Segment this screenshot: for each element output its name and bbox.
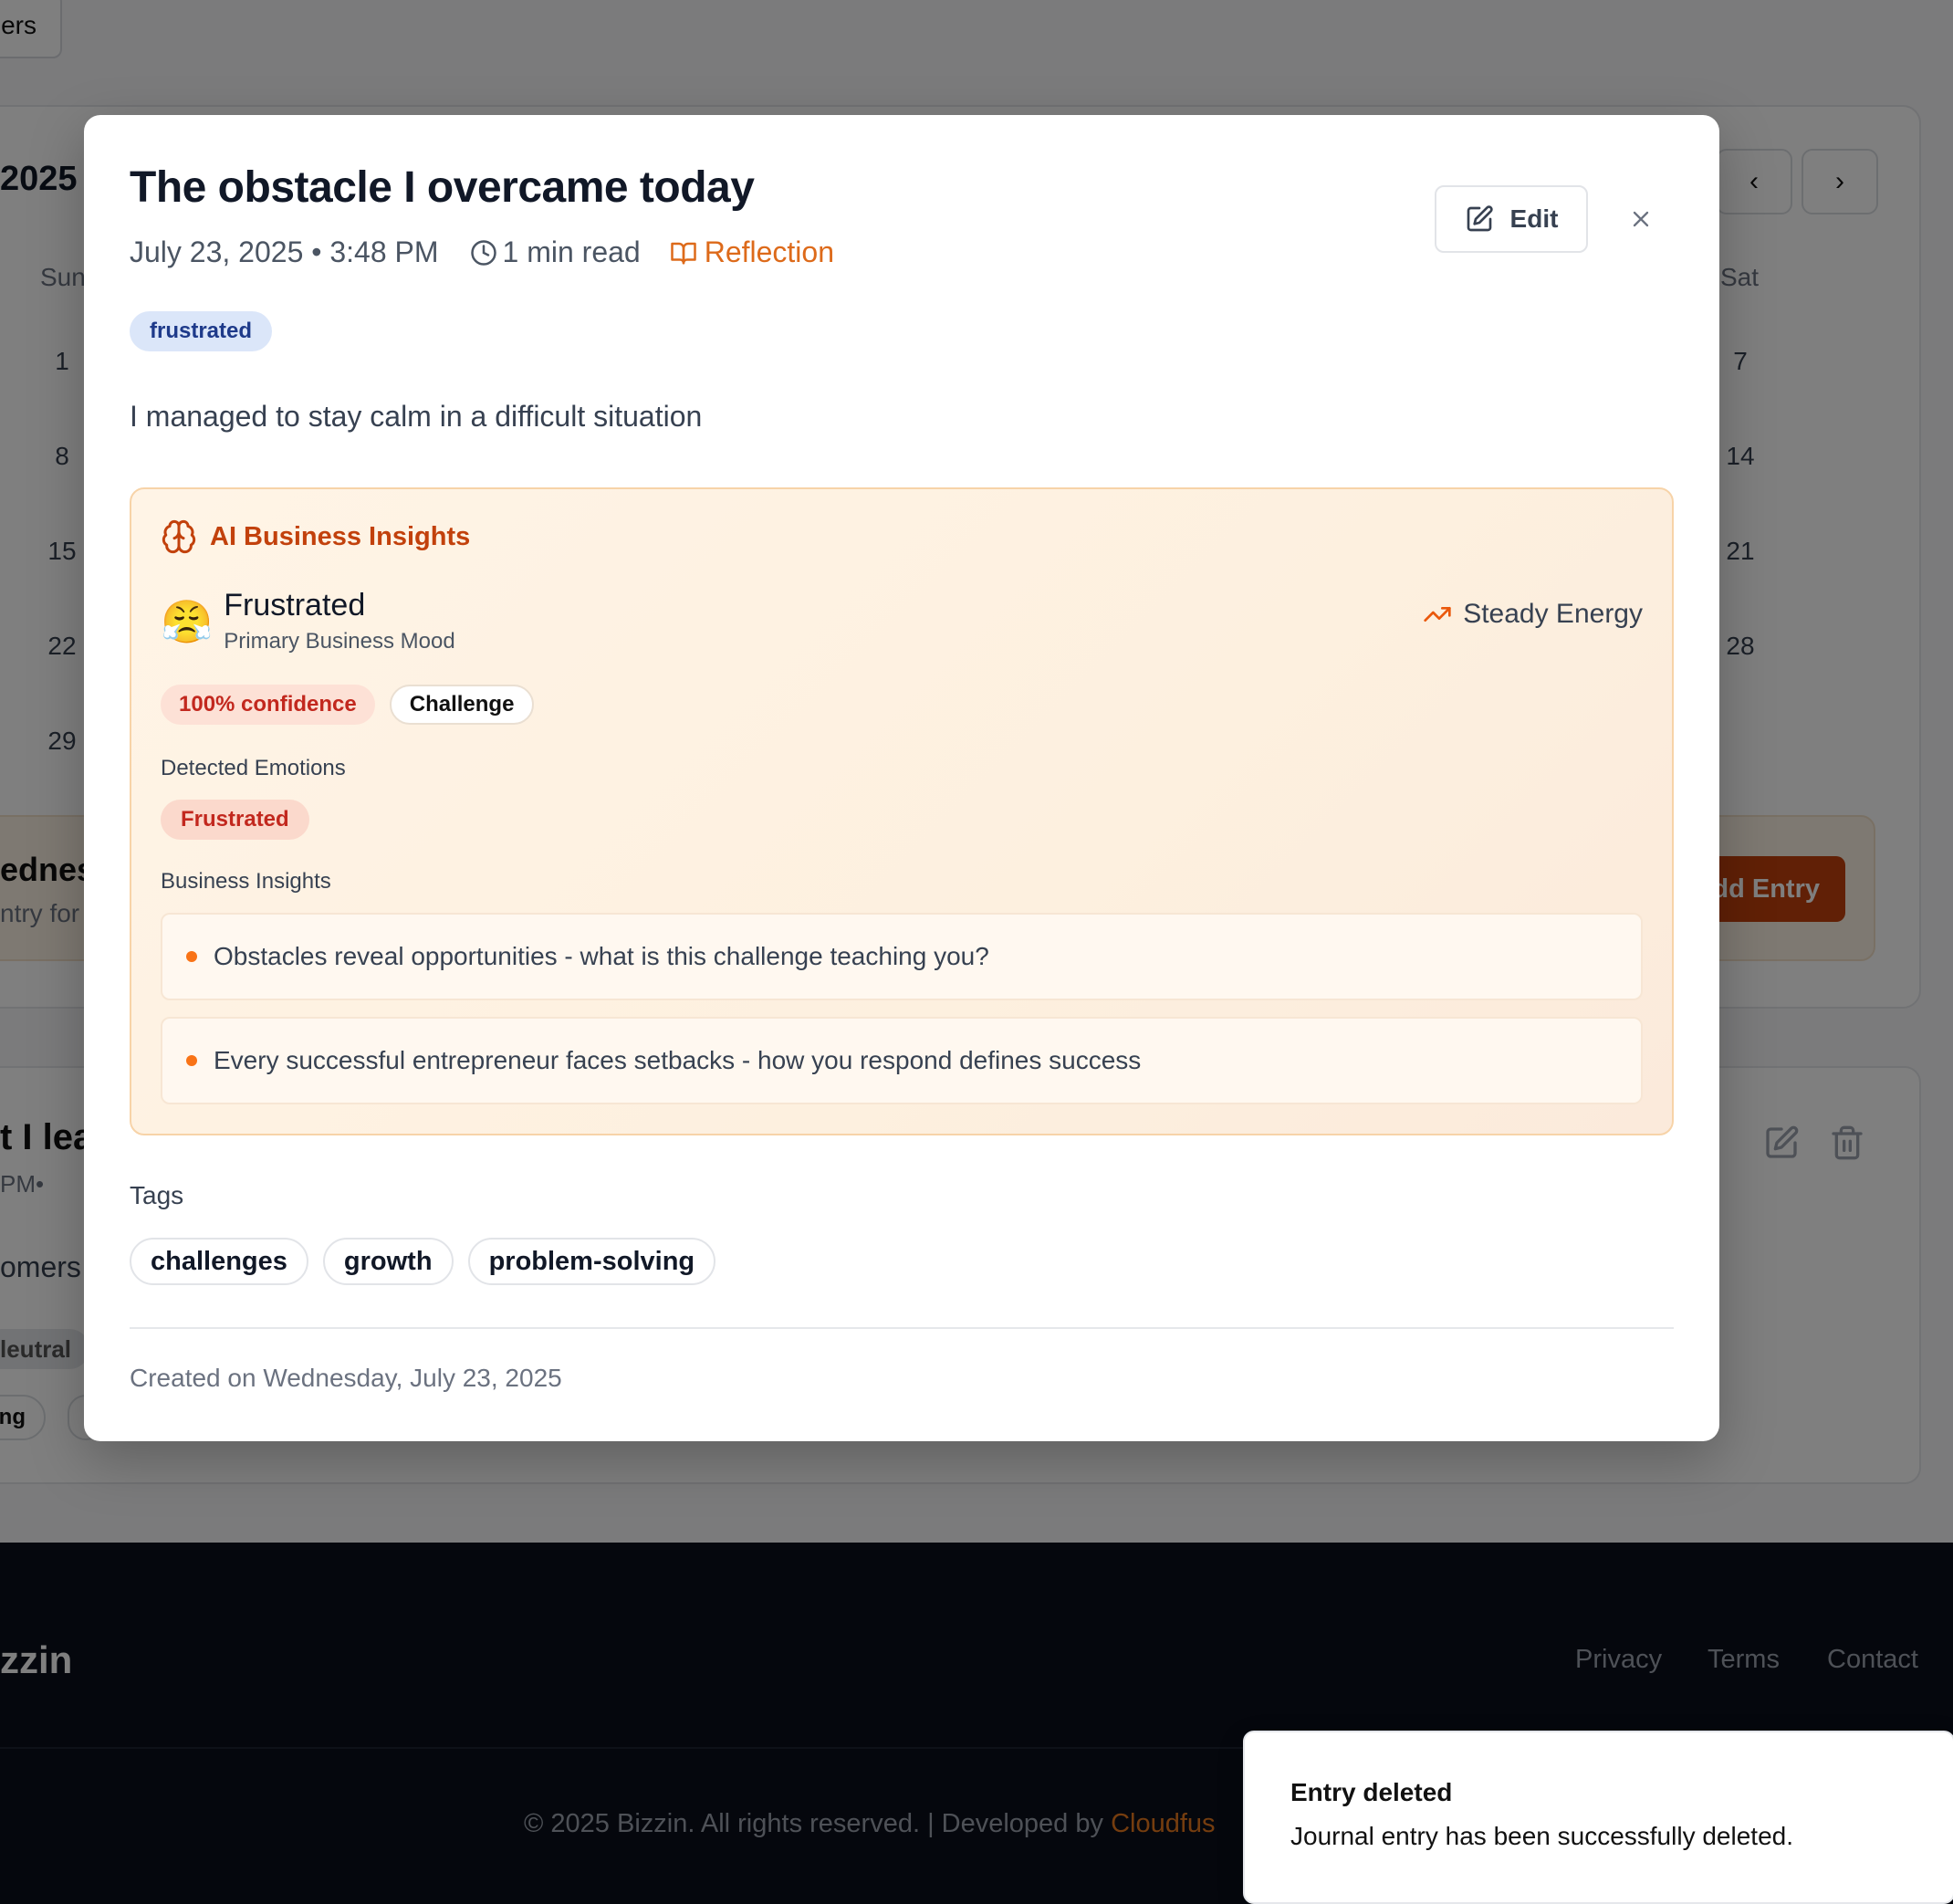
edit-button-label: Edit xyxy=(1509,204,1559,233)
tags-label: Tags xyxy=(130,1181,184,1209)
tag-chip[interactable]: challenges xyxy=(130,1238,308,1285)
edit-button[interactable]: Edit xyxy=(1435,185,1588,253)
ai-insights-header: AI Business Insights xyxy=(161,518,470,555)
read-time: 1 min read xyxy=(470,235,641,269)
toast-notification[interactable]: Entry deleted Journal entry has been suc… xyxy=(1243,1731,1953,1904)
business-insights-label: Business Insights xyxy=(161,869,331,894)
analysis-badges: 100% confidence Challenge xyxy=(161,685,535,725)
insight-item: Obstacles reveal opportunities - what is… xyxy=(161,913,1643,1000)
bullet-dot xyxy=(186,1055,197,1066)
entry-content: I managed to stay calm in a difficult si… xyxy=(130,400,703,433)
insight-text: Obstacles reveal opportunities - what is… xyxy=(214,942,989,970)
energy-label: Steady Energy xyxy=(1463,599,1643,629)
emotion-chip: Frustrated xyxy=(161,800,309,840)
category-label: Reflection xyxy=(704,235,834,268)
primary-mood-label: Primary Business Mood xyxy=(224,629,455,654)
ai-insights-title: AI Business Insights xyxy=(210,521,471,551)
created-date: Created on Wednesday, July 23, 2025 xyxy=(130,1364,562,1392)
entry-date: July 23, 2025 • 3:48 PM xyxy=(130,235,439,268)
primary-mood-name: Frustrated xyxy=(224,588,366,622)
brain-icon xyxy=(162,519,196,554)
insight-item: Every successful entrepreneur faces setb… xyxy=(161,1017,1643,1104)
toast-title: Entry deleted xyxy=(1290,1778,1453,1806)
clock-icon xyxy=(470,239,496,266)
modal-title: The obstacle I overcame today xyxy=(130,163,755,212)
mood-emoji: 😤 xyxy=(161,597,214,645)
edit-icon xyxy=(1467,205,1493,232)
primary-mood: 😤 Frustrated Primary Business Mood xyxy=(161,588,455,654)
entry-detail-modal: The obstacle I overcame today July 23, 2… xyxy=(84,115,1719,1441)
tag-chip[interactable]: growth xyxy=(322,1238,454,1285)
category-badge: Challenge xyxy=(389,685,535,725)
read-time-label: 1 min read xyxy=(502,235,641,268)
tag-list: challenges growth problem-solving xyxy=(130,1238,716,1285)
energy-indicator: Steady Energy xyxy=(1423,599,1643,630)
mood-badge: frustrated xyxy=(130,311,273,351)
category: Reflection xyxy=(670,235,834,269)
toast-description: Journal entry has been successfully dele… xyxy=(1290,1822,1793,1850)
close-button[interactable] xyxy=(1621,199,1661,239)
ai-insights-panel: AI Business Insights 😤 Frustrated Primar… xyxy=(130,487,1674,1135)
divider xyxy=(130,1327,1674,1329)
entry-meta-row: July 23, 2025 • 3:48 PM 1 min read Refle… xyxy=(130,235,834,269)
trending-up-icon xyxy=(1424,607,1451,622)
tag-chip[interactable]: problem-solving xyxy=(467,1238,716,1285)
bullet-dot xyxy=(186,951,197,962)
detected-emotions-label: Detected Emotions xyxy=(161,756,346,780)
insight-text: Every successful entrepreneur faces setb… xyxy=(214,1046,1142,1074)
book-open-icon xyxy=(670,242,696,264)
close-icon xyxy=(1633,211,1649,227)
confidence-badge: 100% confidence xyxy=(161,685,375,725)
